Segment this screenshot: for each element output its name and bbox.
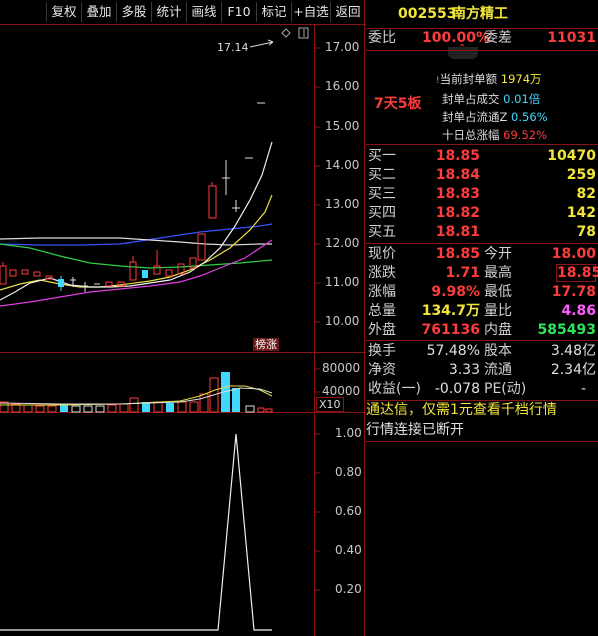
- price-tick: 17.00: [325, 40, 360, 54]
- price-tick: 11.00: [325, 275, 360, 289]
- volume-unit-label: X10: [316, 397, 344, 412]
- price-tick: 10.00: [325, 314, 360, 328]
- seal-info: !当前封单额 1974万 封单占成交 0.01倍 封单占流通Z 0.56% 十日…: [436, 70, 596, 144]
- indicator-tick: 0.40: [335, 543, 362, 557]
- quote-panel: 002553 南方精工 委比 100.00% 委差 11031 ⌃ 7天5板 !…: [366, 0, 598, 636]
- weicha-value: 11031: [547, 30, 596, 46]
- indicator-tick: 0.20: [335, 582, 362, 596]
- collapse-arrow-icon: ⌃: [458, 43, 467, 54]
- price-tick: 13.00: [325, 197, 360, 211]
- kline-chart[interactable]: [0, 0, 366, 636]
- price-tick: 12.00: [325, 236, 360, 250]
- indicator-tick: 0.60: [335, 504, 362, 518]
- current-price: 18.85: [435, 246, 480, 262]
- price-tick: 15.00: [325, 119, 360, 133]
- indicator-line: [0, 433, 272, 631]
- stock-name: 南方精工: [452, 6, 508, 22]
- indicator-tick: 0.80: [335, 465, 362, 479]
- ma-line-blue: [0, 223, 273, 246]
- connection-status: 行情连接已断开: [366, 422, 464, 438]
- seal-line: 封单占成交 0.01倍: [442, 92, 541, 106]
- seal-line: 封单占流通Z 0.56%: [442, 110, 548, 124]
- indicator-tick: 1.00: [335, 426, 362, 440]
- price-tick: 16.00: [325, 79, 360, 93]
- volume-tick: 40000: [322, 384, 361, 398]
- seal-line: !当前封单额 1974万: [436, 72, 542, 86]
- collapse-tab[interactable]: ⌃: [448, 43, 478, 59]
- volume-bars: [0, 372, 273, 413]
- max-price-label: 17.14: [217, 41, 249, 54]
- stock-code: 002553: [398, 6, 457, 22]
- weibi-value: 100.00%: [422, 30, 491, 46]
- volume-tick: 80000: [322, 361, 361, 375]
- streak-label: 7天5板: [374, 96, 422, 112]
- notice-link[interactable]: 通达信，仅需1元查看千档行情: [366, 401, 598, 420]
- seal-line: 十日总涨幅 69.52%: [442, 128, 548, 142]
- chart-corner-icons: [281, 27, 309, 39]
- diamond-icon: [281, 28, 291, 38]
- price-tick: 14.00: [325, 158, 360, 172]
- limit-up-badge: 榜涨: [253, 338, 279, 351]
